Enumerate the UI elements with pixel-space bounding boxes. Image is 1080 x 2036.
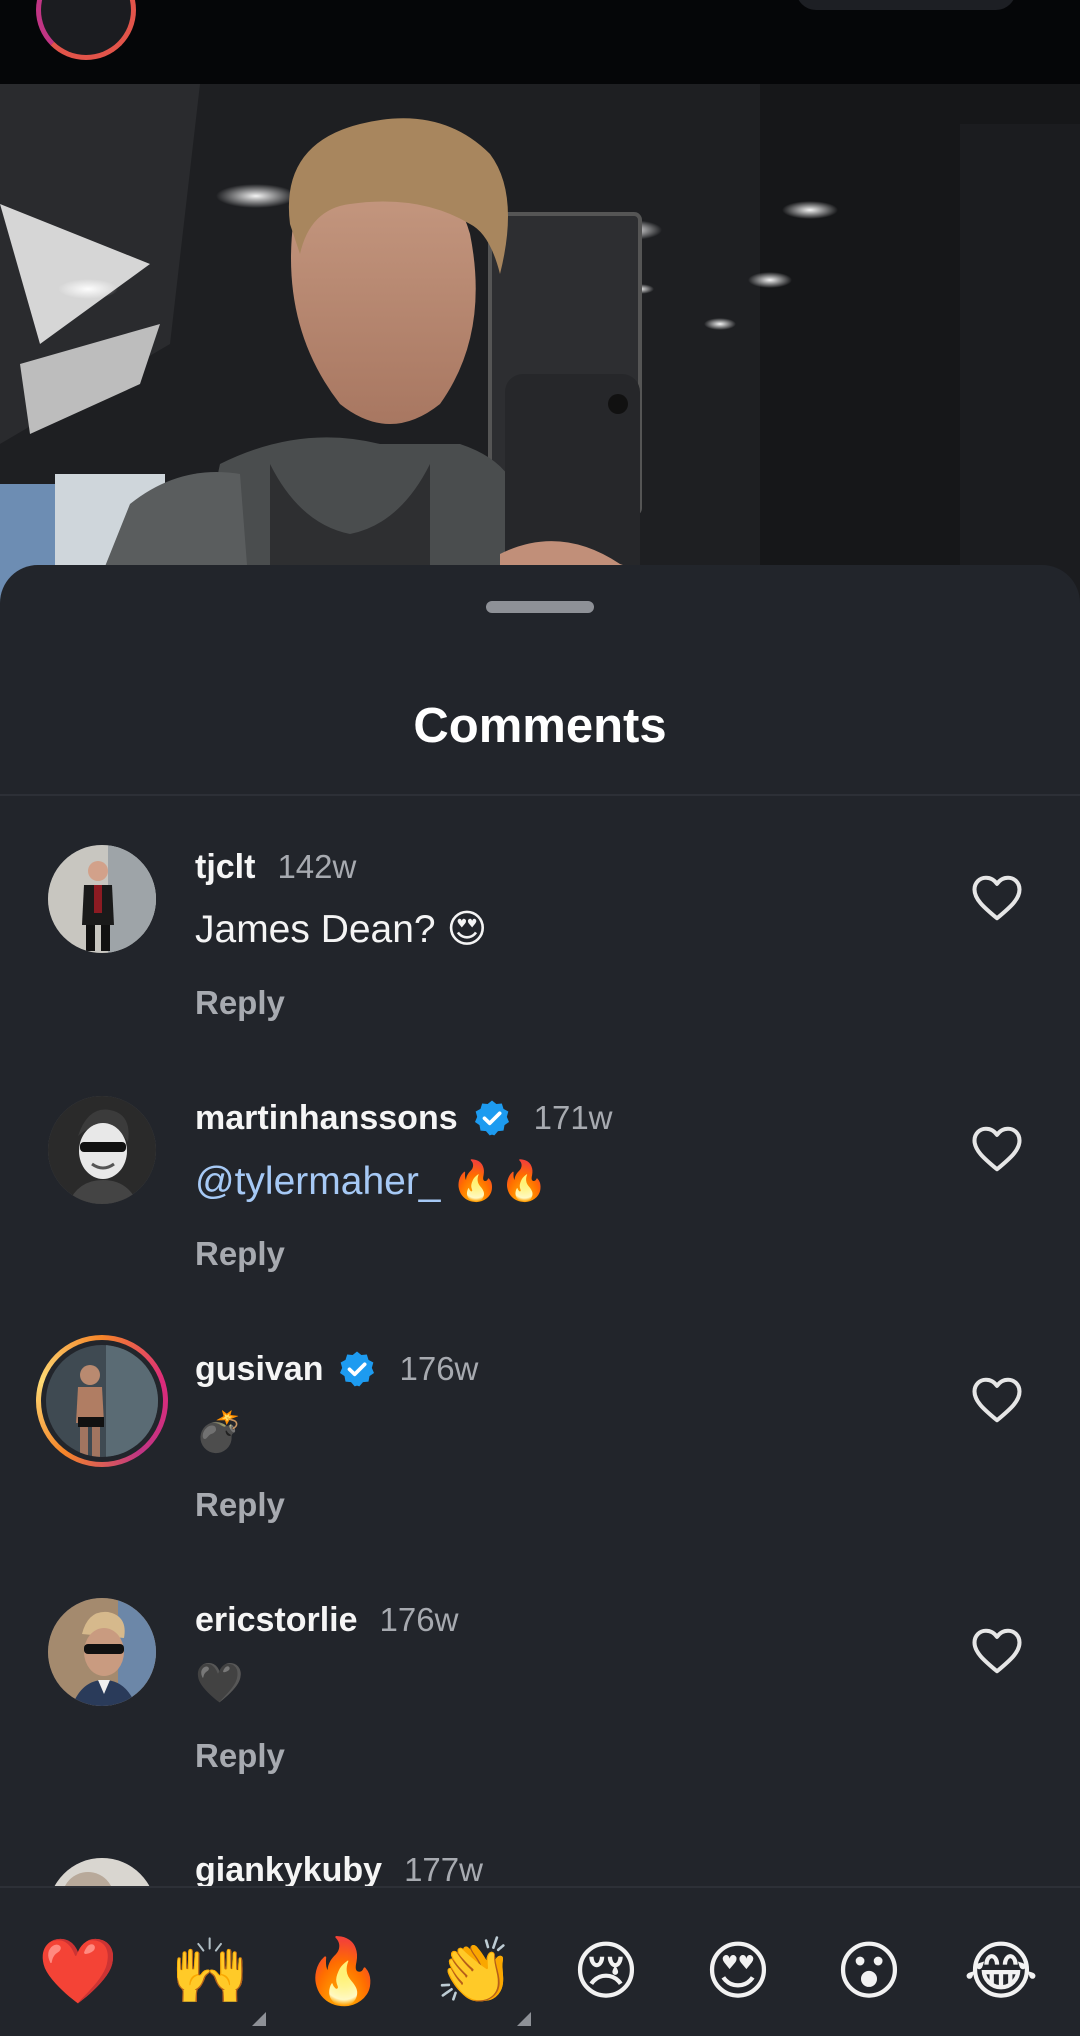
comment-text: 🖤	[195, 1662, 244, 1705]
reaction-clap-emoji: 👏	[435, 1935, 515, 2009]
comment-meta: giankykuby 177w	[195, 1848, 483, 1887]
reaction-surprised-button[interactable]: 😮	[821, 1924, 917, 2020]
reaction-heart-eyes-button[interactable]: 😍	[690, 1924, 786, 2020]
reply-button[interactable]: Reply	[195, 1235, 285, 1273]
comment-meta: martinhanssons 171w	[195, 1096, 613, 1140]
avatar-image	[48, 845, 156, 953]
reaction-fire-button[interactable]: 🔥	[295, 1924, 391, 2020]
drag-handle[interactable]	[486, 601, 594, 613]
post-photo-illustration	[0, 84, 1080, 604]
comment-username[interactable]: martinhanssons	[195, 1099, 458, 1138]
avatar[interactable]	[48, 1858, 156, 1886]
comment-text: @tylermaher_ 🔥🔥	[195, 1158, 548, 1204]
comment-time: 176w	[379, 1601, 459, 1638]
comment-item: martinhanssons 171w @tylermaher_ 🔥🔥 Repl…	[0, 1096, 1080, 1346]
reaction-raised-hands-emoji: 🙌	[170, 1935, 250, 2009]
comment-item: giankykuby 177w	[0, 1848, 1080, 1886]
verified-badge-icon	[474, 1100, 509, 1136]
top-pill-button[interactable]	[796, 0, 1016, 10]
poster-avatar[interactable]	[36, 0, 136, 60]
comment-text: James Dean? 😍	[195, 908, 488, 951]
comment-emoji-text: 🔥🔥	[440, 1160, 549, 1203]
avatar[interactable]	[48, 1096, 156, 1204]
like-heart-icon[interactable]	[970, 871, 1024, 925]
comment-text: 💣	[195, 1411, 244, 1454]
reply-button[interactable]: Reply	[195, 984, 285, 1022]
title-divider	[0, 794, 1080, 796]
like-heart-icon[interactable]	[970, 1122, 1024, 1176]
comment-time: 171w	[533, 1099, 613, 1136]
avatar[interactable]	[48, 1598, 156, 1706]
avatar-image	[48, 1858, 156, 1886]
top-bar	[0, 0, 1080, 84]
comment-username[interactable]: ericstorlie	[195, 1601, 358, 1640]
avatar-image	[46, 1345, 158, 1457]
sheet-title: Comments	[413, 699, 667, 753]
like-heart-icon[interactable]	[970, 1624, 1024, 1678]
quick-reaction-bar: ❤️ 🙌 🔥 👏 😢 😍 😮 😂	[0, 1886, 1080, 2036]
verified-badge-icon	[340, 1351, 375, 1387]
reaction-laughing-button[interactable]: 😂	[953, 1924, 1049, 2020]
reaction-clap-button[interactable]: 👏	[427, 1924, 531, 2026]
comment-meta: ericstorlie 176w	[195, 1598, 458, 1642]
comment-item: tjclt 142w James Dean? 😍 Reply	[0, 845, 1080, 1095]
comment-username[interactable]: giankykuby	[195, 1851, 382, 1887]
avatar[interactable]	[48, 845, 156, 953]
post-photo	[0, 84, 1080, 604]
comment-item: ericstorlie 176w 🖤 Reply	[0, 1598, 1080, 1848]
reply-button[interactable]: Reply	[195, 1486, 285, 1524]
avatar-image	[48, 1096, 156, 1204]
comment-username[interactable]: tjclt	[195, 848, 255, 887]
comment-item: gusivan 176w 💣 Reply	[0, 1335, 1080, 1597]
reply-button[interactable]: Reply	[195, 1737, 285, 1775]
mention-link[interactable]: @tylermaher_	[195, 1160, 441, 1203]
reaction-crying-button[interactable]: 😢	[558, 1924, 654, 2020]
reaction-raised-hands-button[interactable]: 🙌	[162, 1924, 266, 2026]
avatar-image	[48, 1598, 156, 1706]
comment-time: 142w	[277, 848, 357, 885]
comment-item-partial: giankykuby 177w	[0, 1836, 1080, 1886]
avatar-with-story-ring[interactable]	[36, 1335, 168, 1467]
comment-time: 176w	[399, 1350, 479, 1387]
skin-tone-variant-indicator	[252, 2012, 266, 2026]
like-heart-icon[interactable]	[970, 1373, 1024, 1427]
comments-sheet: Comments tjclt 142w James Dean? 😍 Reply	[0, 565, 1080, 2036]
skin-tone-variant-indicator	[517, 2012, 531, 2026]
reaction-heart-button[interactable]: ❤️	[30, 1924, 126, 2020]
comment-meta: gusivan 176w	[195, 1347, 478, 1391]
comment-time: 177w	[404, 1851, 483, 1886]
comment-meta: tjclt 142w	[195, 845, 356, 889]
comment-username[interactable]: gusivan	[195, 1350, 323, 1389]
